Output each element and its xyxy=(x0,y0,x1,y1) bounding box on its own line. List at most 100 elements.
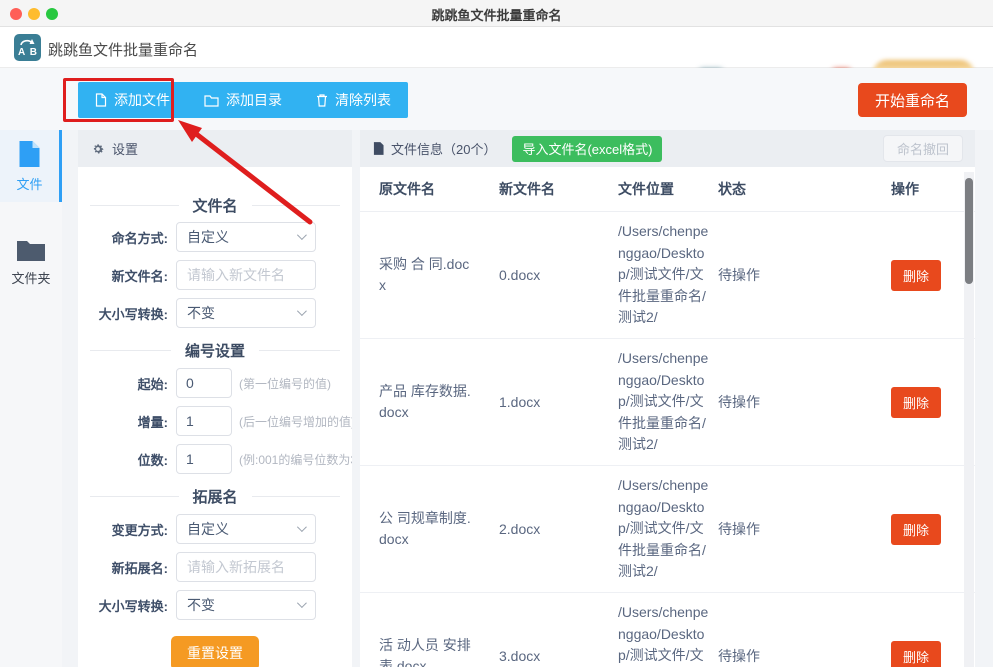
reset-settings-button[interactable]: 重置设置 xyxy=(171,636,259,667)
start-number-row: 起始: (第一位编号的值) xyxy=(78,368,352,398)
digits-input[interactable] xyxy=(176,444,232,474)
digits-row: 位数: (例:001的编号位数为3) xyxy=(78,444,352,474)
ext-change-mode-select[interactable]: 自定义 xyxy=(176,514,316,544)
delete-button[interactable]: 删除 xyxy=(891,386,942,418)
add-file-label: 添加文件 xyxy=(114,92,170,108)
table-row: 活 动人员 安排表.docx 3.docx /Users/chenpenggao… xyxy=(360,593,975,667)
new-extension-label: 新拓展名: xyxy=(111,560,168,576)
extension-case-select[interactable]: 不变 xyxy=(176,590,316,620)
extension-case-row: 大小写转换: 不变 xyxy=(78,590,352,620)
import-excel-button[interactable]: 导入文件名(excel格式) xyxy=(512,135,663,162)
section-filename: 文件名 xyxy=(90,195,341,216)
cell-file-path: /Users/chenpenggao/Desktop/测试文件/文件批量重命名/… xyxy=(618,350,709,453)
delete-button[interactable]: 删除 xyxy=(891,640,942,667)
start-number-label: 起始: xyxy=(137,376,168,392)
file-list-panel: 文件信息（20个） 导入文件名(excel格式) 命名撤回 原文件名 新文件名 … xyxy=(360,130,975,667)
new-filename-label: 新文件名: xyxy=(111,268,168,284)
table-header-row: 原文件名 新文件名 文件位置 状态 操作 xyxy=(360,167,975,212)
app-window: 跳跳鱼文件批量重命名 A B 跳跳鱼文件批量重命名 添加文件 添加目录 清除列表… xyxy=(0,0,993,667)
increment-row: 增量: (后一位编号增加的值) xyxy=(78,406,352,436)
start-number-input[interactable] xyxy=(176,368,232,398)
naming-mode-label: 命名方式: xyxy=(111,230,168,246)
trash-icon xyxy=(317,94,327,107)
gear-icon xyxy=(93,143,104,154)
cell-new-name: 2.docx xyxy=(499,521,541,537)
digits-hint: (例:001的编号位数为3) xyxy=(239,452,352,467)
file-icon xyxy=(373,142,384,155)
logo-letter-a: A xyxy=(18,47,26,58)
clear-list-label: 清除列表 xyxy=(335,92,391,108)
cell-original-name: 公 司规章制度.docx xyxy=(379,510,471,547)
scrollbar-thumb[interactable] xyxy=(965,178,973,284)
sidebar: 文件 文件夹 xyxy=(0,130,62,667)
chevron-down-icon xyxy=(296,230,307,241)
add-file-button[interactable]: 添加文件 xyxy=(78,82,187,118)
add-folder-label: 添加目录 xyxy=(226,92,282,108)
extension-case-label: 大小写转换: xyxy=(98,598,168,614)
delete-button[interactable]: 删除 xyxy=(891,513,942,545)
filename-case-row: 大小写转换: 不变 xyxy=(78,298,352,328)
chevron-down-icon xyxy=(296,522,307,533)
col-original-name: 原文件名 xyxy=(379,181,435,197)
sidebar-item-folders[interactable]: 文件夹 xyxy=(0,226,62,298)
logo-letter-b: B xyxy=(29,47,37,58)
digits-label: 位数: xyxy=(137,452,168,468)
start-rename-button[interactable]: 开始重命名 xyxy=(857,83,967,117)
cell-original-name: 活 动人员 安排表.docx xyxy=(379,637,471,667)
filename-case-select[interactable]: 不变 xyxy=(176,298,316,328)
cell-file-path: /Users/chenpenggao/Desktop/测试文件/文件批量重命名/… xyxy=(618,223,709,326)
divider xyxy=(251,205,341,206)
col-actions: 操作 xyxy=(891,181,919,197)
ext-change-mode-label: 变更方式: xyxy=(111,522,168,538)
increment-label: 增量: xyxy=(137,414,168,430)
file-list-title: 文件信息（20个） xyxy=(391,142,497,157)
folder-icon xyxy=(17,240,45,261)
cell-original-name: 产品 库存数据.docx xyxy=(379,383,471,420)
settings-title: 设置 xyxy=(112,142,139,157)
table-body: 采购 合 同.docx 0.docx /Users/chenpenggao/De… xyxy=(360,212,975,667)
table-row: 产品 库存数据.docx 1.docx /Users/chenpenggao/D… xyxy=(360,339,975,466)
add-folder-button[interactable]: 添加目录 xyxy=(187,82,299,118)
titlebar: 跳跳鱼文件批量重命名 xyxy=(0,0,993,27)
increment-input[interactable] xyxy=(176,406,232,436)
cell-file-path: /Users/chenpenggao/Desktop/测试文件/文件批量重命名/… xyxy=(618,477,709,580)
ext-change-mode-row: 变更方式: 自定义 xyxy=(78,514,352,544)
sidebar-item-label: 文件 xyxy=(16,176,43,192)
scrollbar-track[interactable] xyxy=(964,172,974,667)
file-icon xyxy=(95,93,107,107)
app-name: 跳跳鱼文件批量重命名 xyxy=(48,42,199,59)
new-filename-input[interactable] xyxy=(176,260,316,290)
sidebar-item-files[interactable]: 文件 xyxy=(0,130,62,202)
folder-icon xyxy=(204,94,219,107)
sidebar-item-label: 文件夹 xyxy=(11,270,51,286)
cell-original-name: 采购 合 同.docx xyxy=(379,256,470,293)
table-row: 采购 合 同.docx 0.docx /Users/chenpenggao/De… xyxy=(360,212,975,339)
section-numbering: 编号设置 xyxy=(90,340,341,361)
settings-panel: 设置 文件名 命名方式: 自定义 新文件名: 大小写转换: 不变 xyxy=(78,130,352,667)
undo-rename-button[interactable]: 命名撤回 xyxy=(882,135,963,162)
divider xyxy=(90,496,179,497)
divider xyxy=(90,205,179,206)
toolbar-button-group: 添加文件 添加目录 清除列表 xyxy=(78,82,408,118)
increment-hint: (后一位编号增加的值) xyxy=(239,414,352,429)
new-extension-input[interactable] xyxy=(176,552,316,582)
divider xyxy=(259,350,341,351)
chevron-down-icon xyxy=(296,306,307,317)
col-new-name: 新文件名 xyxy=(499,181,555,197)
naming-mode-row: 命名方式: 自定义 xyxy=(78,222,352,252)
divider xyxy=(90,350,171,351)
cell-new-name: 3.docx xyxy=(499,648,541,664)
clear-list-button[interactable]: 清除列表 xyxy=(299,82,408,118)
app-header: A B 跳跳鱼文件批量重命名 xyxy=(0,27,993,90)
col-file-path: 文件位置 xyxy=(618,181,674,197)
cell-file-path: /Users/chenpenggao/Desktop/测试文件/文件批量重命名/… xyxy=(618,604,709,664)
cell-status: 待操作 xyxy=(718,394,760,410)
divider xyxy=(251,496,341,497)
naming-mode-select[interactable]: 自定义 xyxy=(176,222,316,252)
new-extension-row: 新拓展名: xyxy=(78,552,352,582)
filename-case-label: 大小写转换: xyxy=(98,306,168,322)
start-number-hint: (第一位编号的值) xyxy=(239,376,331,391)
delete-button[interactable]: 删除 xyxy=(891,259,942,291)
table-row: 公 司规章制度.docx 2.docx /Users/chenpenggao/D… xyxy=(360,466,975,593)
window-title: 跳跳鱼文件批量重命名 xyxy=(431,8,562,23)
